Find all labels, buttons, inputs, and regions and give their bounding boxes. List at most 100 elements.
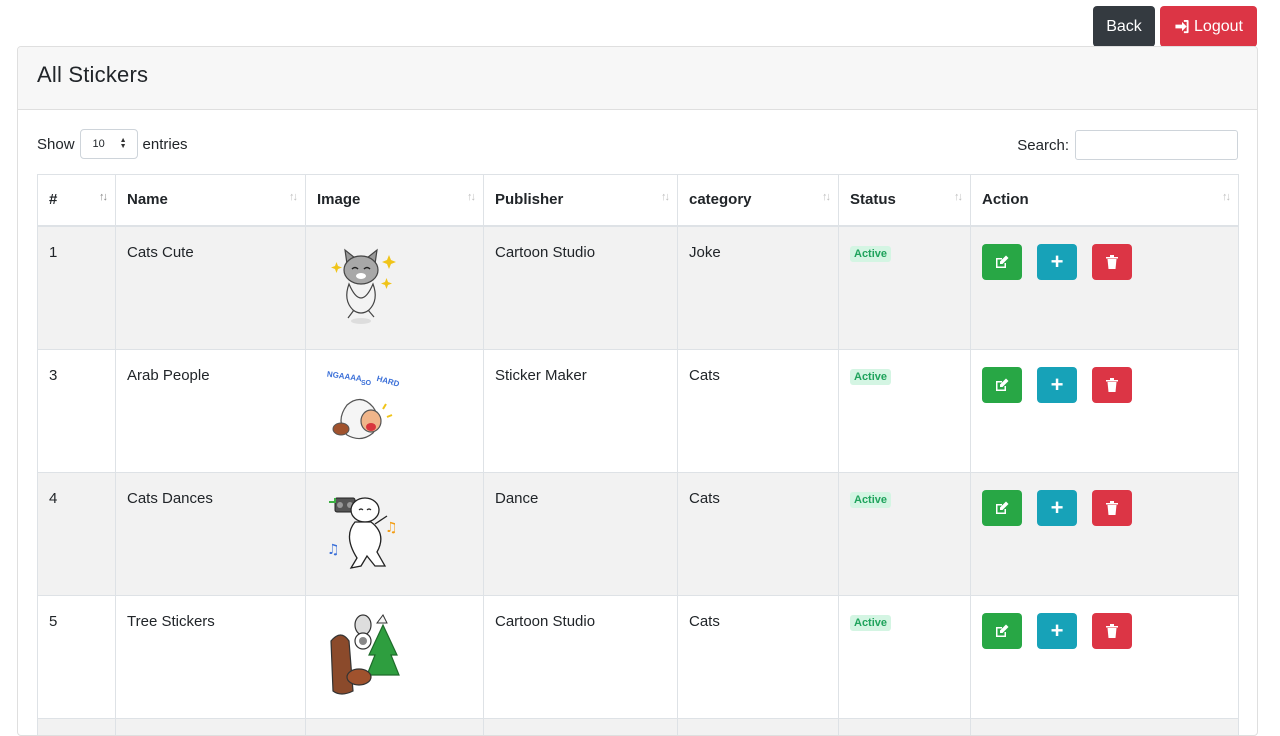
trash-icon — [1106, 254, 1118, 269]
cell-status: Active — [838, 471, 971, 596]
cell-category: Cats — [677, 594, 839, 719]
edit-icon — [996, 624, 1009, 637]
edit-icon — [996, 378, 1009, 391]
plus-icon: + — [1050, 617, 1064, 643]
table-row: 3 Arab People NGAAAA SO HARD Sticker Mak… — [37, 348, 1239, 473]
svg-text:♫: ♫ — [385, 520, 398, 536]
add-button[interactable]: + — [1037, 489, 1077, 526]
cell-actions: + — [970, 471, 1239, 596]
add-button[interactable]: + — [1037, 243, 1077, 280]
cell-name: Cats Dances — [115, 471, 306, 596]
svg-text:♫: ♫ — [327, 542, 340, 558]
cell-image — [305, 594, 484, 719]
cell-name: Tree Stickers — [115, 594, 306, 719]
sort-icon: ↑↓ — [661, 191, 670, 203]
delete-button[interactable] — [1092, 489, 1132, 526]
cell-id: 3 — [37, 348, 116, 473]
add-button[interactable]: + — [1037, 366, 1077, 403]
logout-label: Logout — [1194, 17, 1243, 35]
sign-in-icon — [1175, 19, 1189, 34]
search-input[interactable] — [1075, 130, 1238, 160]
trash-icon — [1106, 623, 1118, 638]
table-row: 5 Tree Stickers Cartoon Studio Cats Acti… — [37, 594, 1239, 719]
sort-icon: ↑↓ — [954, 191, 963, 203]
status-badge: Active — [850, 491, 892, 508]
plus-icon: + — [1050, 494, 1064, 520]
entries-select[interactable]: 10 ▲ ▼ — [79, 129, 138, 159]
cell-publisher: Cartoon Studio — [483, 225, 678, 350]
logout-button[interactable]: Logout — [1160, 6, 1257, 47]
cell-actions: + — [970, 348, 1239, 473]
table-row: 1 Cats Cute Cartoon Studio Joke Active + — [37, 225, 1239, 350]
edit-icon — [996, 501, 1009, 514]
entries-label: entries — [142, 135, 188, 153]
entries-length: Show 10 ▲ ▼ entries — [37, 129, 188, 159]
show-label: Show — [37, 135, 75, 153]
delete-button[interactable] — [1092, 366, 1132, 403]
cell-category: Cats — [677, 471, 839, 596]
column-header-image[interactable]: Image ↑↓ — [305, 174, 484, 227]
delete-button[interactable] — [1092, 243, 1132, 280]
column-header-id[interactable]: # ↑↓ — [37, 174, 116, 227]
edit-icon — [996, 255, 1009, 268]
svg-text:SO: SO — [361, 380, 372, 387]
cell-status: Active — [838, 225, 971, 350]
add-button[interactable]: + — [1037, 612, 1077, 649]
sort-icon: ↑↓ — [289, 191, 298, 203]
trash-icon — [1106, 377, 1118, 392]
cat-sticker-image — [331, 248, 396, 324]
edit-button[interactable] — [982, 489, 1022, 526]
cell-id: 1 — [37, 225, 116, 350]
cell-actions: + — [970, 225, 1239, 350]
edit-button[interactable] — [982, 366, 1022, 403]
cell-image — [305, 225, 484, 350]
status-badge: Active — [850, 614, 892, 631]
cell-id: 4 — [37, 471, 116, 596]
cell-publisher: Dance — [483, 471, 678, 596]
sort-icon: ↑↓ — [99, 191, 108, 203]
search-label: Search: — [1017, 136, 1069, 154]
top-actions: Back Logout — [1093, 6, 1257, 47]
sort-icon: ↑↓ — [1222, 191, 1231, 203]
cell-category: Joke — [677, 225, 839, 350]
edit-button[interactable] — [982, 243, 1022, 280]
table-header-row: # ↑↓ Name ↑↓ Image ↑↓ Publisher ↑↓ category ↑… — [37, 174, 1239, 227]
plus-icon: + — [1050, 248, 1064, 274]
card-header: All Stickers — [18, 47, 1257, 110]
cell-status: Active — [838, 594, 971, 719]
cell-image: NGAAAA SO HARD — [305, 348, 484, 473]
back-button[interactable]: Back — [1093, 6, 1155, 47]
select-caret-icon: ▲ ▼ — [119, 137, 127, 150]
table-controls: Show 10 ▲ ▼ entries Search: — [37, 129, 1238, 161]
svg-text:HARD: HARD — [376, 374, 401, 389]
table-row: 4 Cats Dances ♫ ♫ Dance Cats Active + — [37, 471, 1239, 596]
cell-id: 5 — [37, 594, 116, 719]
svg-text:NGAAAA: NGAAAA — [326, 369, 362, 383]
column-header-publisher[interactable]: Publisher ↑↓ — [483, 174, 678, 227]
entries-value: 10 — [92, 138, 105, 150]
dancing-cat-sticker-image: ♫ ♫ — [327, 496, 398, 569]
arab-man-sticker-image: NGAAAA SO HARD — [326, 369, 401, 439]
cell-image: ♫ ♫ — [305, 471, 484, 596]
status-badge: Active — [850, 368, 892, 385]
column-header-status[interactable]: Status ↑↓ — [838, 174, 971, 227]
column-header-name[interactable]: Name ↑↓ — [115, 174, 306, 227]
stickers-card: All Stickers Show 10 ▲ ▼ entries Search: … — [17, 46, 1258, 736]
search-box: Search: — [1017, 130, 1238, 160]
cell-publisher: Cartoon Studio — [483, 594, 678, 719]
delete-button[interactable] — [1092, 612, 1132, 649]
table-row — [37, 717, 1239, 735]
tree-characters-sticker-image — [330, 613, 400, 695]
plus-icon: + — [1050, 371, 1064, 397]
cell-publisher: Sticker Maker — [483, 348, 678, 473]
edit-button[interactable] — [982, 612, 1022, 649]
column-header-category[interactable]: category ↑↓ — [677, 174, 839, 227]
sort-icon: ↑↓ — [467, 191, 476, 203]
cell-category: Cats — [677, 348, 839, 473]
column-header-action[interactable]: Action ↑↓ — [970, 174, 1239, 227]
status-badge: Active — [850, 245, 892, 262]
cell-name: Cats Cute — [115, 225, 306, 350]
cell-name: Arab People — [115, 348, 306, 473]
sort-icon: ↑↓ — [822, 191, 831, 203]
trash-icon — [1106, 500, 1118, 515]
